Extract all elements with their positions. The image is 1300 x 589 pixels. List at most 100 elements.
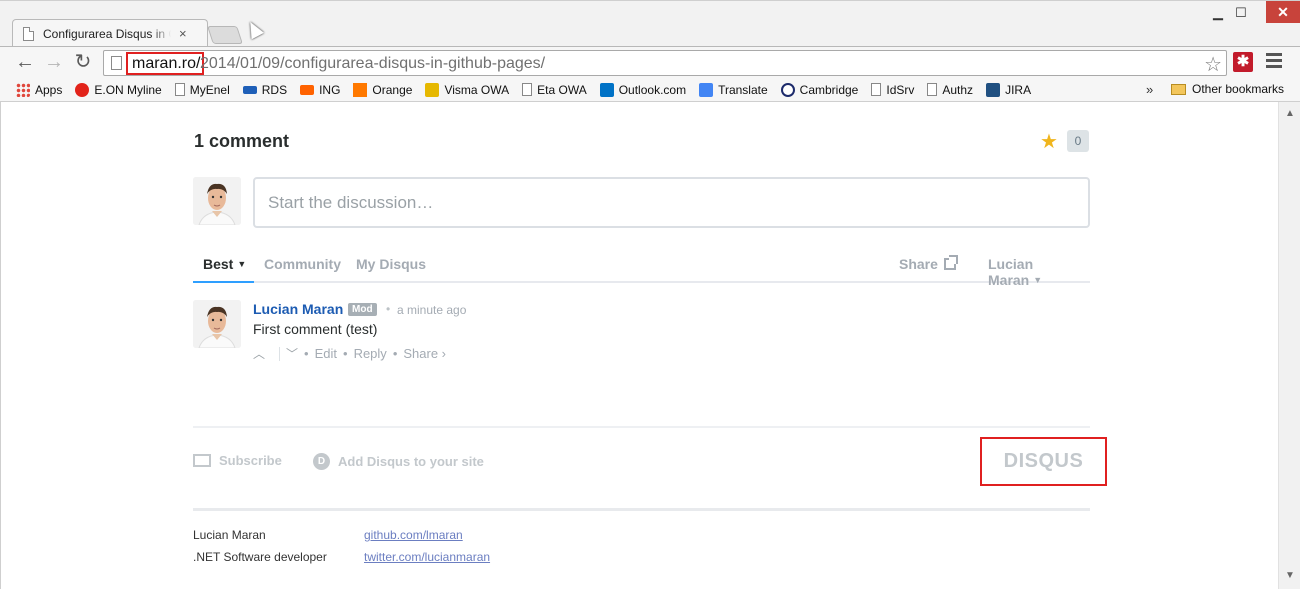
bookmark-outlook[interactable]: Outlook.com	[599, 82, 686, 97]
avatar[interactable]	[193, 177, 241, 225]
sort-tabs: Best ▼ Community My Disqus Share Lucian M…	[193, 243, 1090, 288]
bookmark-cambridge[interactable]: Cambridge	[780, 82, 858, 97]
viewport-edge	[0, 102, 1, 589]
ing-lion-icon	[300, 84, 315, 95]
page-info-icon[interactable]	[111, 56, 122, 70]
bookmark-rds[interactable]: RDS	[242, 83, 287, 97]
favorite-star-icon[interactable]: ★	[1040, 129, 1058, 154]
url-host[interactable]: maran.ro/	[126, 52, 205, 75]
author-name: Lucian Maran	[193, 528, 266, 542]
bookmark-ing[interactable]: ING	[300, 83, 340, 97]
page-icon	[927, 83, 938, 96]
new-tab-button[interactable]	[207, 26, 243, 44]
separator-dot: •	[304, 346, 309, 361]
tab-best[interactable]: Best ▼	[203, 256, 246, 272]
tab-title: Configurarea Disqus in GitHub Pages	[43, 26, 171, 41]
url-path[interactable]: 2014/01/09/configurarea-disqus-in-github…	[200, 55, 545, 73]
page-icon	[23, 26, 34, 41]
minimize-button[interactable]: ▁	[1207, 6, 1229, 20]
visma-icon	[425, 82, 440, 97]
page-icon	[871, 83, 882, 96]
subscribe-link[interactable]: Subscribe	[193, 453, 282, 468]
chevron-down-icon: ▼	[237, 259, 247, 269]
bookmark-jira[interactable]: JIRA	[986, 82, 1031, 97]
tab-my-disqus[interactable]: My Disqus	[356, 256, 426, 272]
maximize-button[interactable]: ☐	[1230, 6, 1252, 20]
mouse-cursor-icon	[244, 18, 264, 40]
bookmark-visma-owa[interactable]: Visma OWA	[425, 82, 509, 97]
page-icon	[174, 83, 185, 96]
disqus-d-icon: D	[313, 453, 330, 470]
chrome-menu-icon[interactable]	[1266, 53, 1282, 71]
section-divider	[193, 508, 1090, 511]
eon-icon	[75, 82, 90, 97]
bookmarks-bar: Apps E.ON Myline MyEnel RDS ING Orange V…	[0, 78, 1300, 102]
comment-count: 1 comment	[194, 131, 290, 151]
user-menu[interactable]: Lucian Maran ▼	[988, 256, 1090, 288]
outlook-icon	[599, 82, 614, 97]
bookmark-star-icon[interactable]: ☆	[1204, 52, 1222, 77]
active-tab-indicator	[193, 281, 254, 283]
rds-icon	[242, 85, 257, 94]
discussion-input[interactable]	[255, 179, 1088, 226]
twitter-link[interactable]: twitter.com/lucianmaran	[364, 550, 490, 564]
comment-textbox[interactable]	[253, 177, 1090, 228]
back-button[interactable]: ←	[14, 51, 36, 73]
separator-dot: •	[392, 346, 398, 361]
bookmark-apps[interactable]: Apps	[16, 82, 62, 97]
comment-body: First comment (test)	[253, 321, 378, 337]
upvote-icon[interactable]: ︿	[253, 345, 265, 362]
other-bookmarks-button[interactable]: Other bookmarks	[1171, 82, 1284, 96]
cambridge-icon	[780, 82, 795, 97]
window-close-button[interactable]: ✕	[1266, 1, 1300, 23]
share-button[interactable]: Share	[899, 255, 958, 272]
bookmarks-overflow-button[interactable]: »	[1146, 82, 1153, 97]
favorite-count[interactable]: 0	[1067, 130, 1089, 152]
forward-button[interactable]: →	[43, 51, 65, 73]
separator-dot: •	[343, 346, 348, 361]
page-icon	[522, 83, 533, 96]
tab-community[interactable]: Community	[264, 256, 341, 272]
comment-avatar[interactable]	[193, 300, 241, 348]
github-link[interactable]: github.com/lmaran	[364, 528, 463, 542]
folder-icon	[1171, 83, 1186, 95]
bookmark-translate[interactable]: Translate	[699, 82, 768, 97]
chevron-down-icon: ▼	[1033, 275, 1043, 285]
separator-dot: •	[386, 302, 391, 316]
bookmark-eon-myline[interactable]: E.ON Myline	[75, 82, 162, 97]
orange-icon	[353, 82, 368, 97]
title-bar: Configurarea Disqus in GitHub Pages × ▁ …	[0, 0, 1300, 47]
scroll-down-icon[interactable]: ▼	[1285, 570, 1295, 581]
moderator-badge: Mod	[348, 303, 377, 316]
footer-divider	[193, 426, 1090, 428]
lastpass-extension-icon[interactable]: ✱	[1233, 52, 1253, 72]
bookmark-eta-owa[interactable]: Eta OWA	[522, 83, 587, 97]
browser-toolbar: ← → ↻ maran.ro/ 2014/01/09/configurarea-…	[0, 46, 1300, 78]
tab-close-button[interactable]: ×	[179, 26, 187, 41]
bookmark-idsrv[interactable]: IdSrv	[871, 83, 914, 97]
scroll-up-icon[interactable]: ▲	[1285, 108, 1295, 119]
bookmark-orange[interactable]: Orange	[353, 82, 412, 97]
mail-icon	[193, 454, 211, 467]
jira-icon	[986, 82, 1001, 97]
vertical-scrollbar[interactable]: ▲ ▼	[1278, 102, 1300, 589]
comment-actions: ︿ ﹀ • Edit • Reply • Share ›	[253, 345, 452, 362]
author-role: .NET Software developer	[193, 550, 327, 564]
share-icon	[943, 255, 958, 270]
browser-tab[interactable]: Configurarea Disqus in GitHub Pages ×	[12, 19, 208, 47]
reload-button[interactable]: ↻	[72, 51, 94, 73]
reply-link[interactable]: Reply	[354, 346, 387, 361]
comment-author[interactable]: Lucian Maran	[253, 301, 343, 317]
comment-timestamp[interactable]: a minute ago	[397, 303, 466, 317]
downvote-icon[interactable]: ﹀	[286, 345, 298, 362]
disqus-logo[interactable]: DISQUS	[980, 437, 1107, 486]
add-disqus-link[interactable]: D Add Disqus to your site	[313, 453, 484, 470]
apps-grid-icon	[16, 82, 30, 97]
bookmark-myenel[interactable]: MyEnel	[174, 83, 230, 97]
comment-share-link[interactable]: Share ›	[403, 346, 446, 361]
translate-icon	[699, 82, 714, 97]
bookmark-authz[interactable]: Authz	[927, 83, 973, 97]
address-bar[interactable]: maran.ro/ 2014/01/09/configurarea-disqus…	[103, 50, 1227, 76]
edit-link[interactable]: Edit	[315, 346, 337, 361]
page-viewport: 1 comment ★ 0 Best▼ Community My Disqus …	[0, 102, 1300, 589]
